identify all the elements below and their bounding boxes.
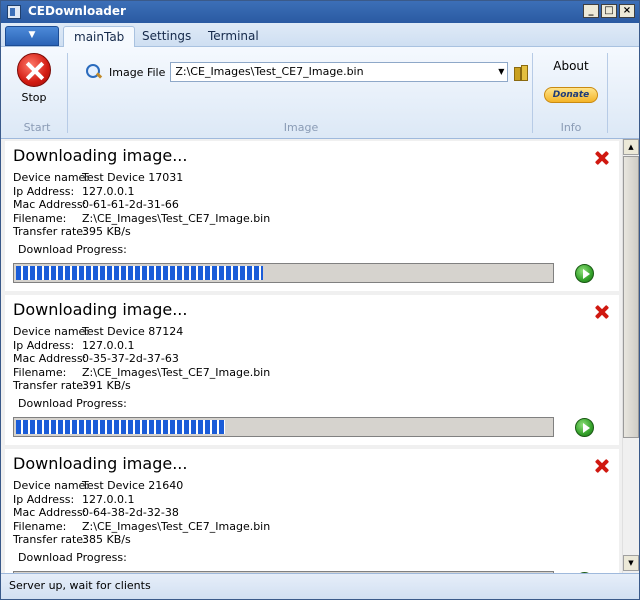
mac-address-value: 0-35-37-2d-37-63 xyxy=(82,352,179,365)
status-bar: Server up, wait for clients xyxy=(1,573,639,599)
tab-terminal[interactable]: Terminal xyxy=(198,26,269,47)
scroll-up-button[interactable]: ▲ xyxy=(623,139,639,155)
search-icon[interactable] xyxy=(85,63,103,81)
device-name-value: Test Device 21640 xyxy=(82,479,184,492)
download-progress-bar xyxy=(13,417,554,437)
download-progress-label: Download Progress: xyxy=(18,551,127,564)
app-icon xyxy=(7,5,21,19)
window-title: CEDownloader xyxy=(28,4,126,18)
ip-address-label: Ip Address: xyxy=(13,338,75,352)
mac-address-label: Mac Address: xyxy=(13,198,87,211)
browse-folder-icon[interactable] xyxy=(514,64,529,81)
start-group-label: Start xyxy=(23,121,51,134)
ip-address-value: 127.0.0.1 xyxy=(82,184,135,198)
downloads-list[interactable]: Downloading image... Device name: Test De… xyxy=(1,139,622,573)
ip-address-value: 127.0.0.1 xyxy=(82,492,135,506)
application-menu-button[interactable]: ▼ xyxy=(5,26,59,46)
transfer-rate-label: Transfer rate: xyxy=(13,533,87,546)
download-title: Downloading image... xyxy=(13,146,188,165)
minimize-button[interactable]: _ xyxy=(583,4,599,18)
title-bar[interactable]: CEDownloader _ □ × xyxy=(1,1,639,23)
mac-address-label: Mac Address: xyxy=(13,506,87,519)
vertical-scrollbar[interactable]: ▲ ▼ xyxy=(622,139,639,573)
cancel-download-icon[interactable] xyxy=(595,151,609,165)
device-name-value: Test Device 17031 xyxy=(82,171,184,184)
device-name-label: Device name: xyxy=(13,479,90,492)
ribbon-panel: Stop Start Image File Z:\CE_Images\Test_… xyxy=(1,47,639,139)
download-progress-label: Download Progress: xyxy=(18,243,127,256)
group-divider xyxy=(67,53,68,133)
ip-address-value: 127.0.0.1 xyxy=(82,338,135,352)
ip-address-label: Ip Address: xyxy=(13,492,75,506)
ribbon-tab-bar: ▼ mainTab Settings Terminal xyxy=(1,23,639,47)
tab-settings[interactable]: Settings xyxy=(132,26,201,47)
cancel-download-icon[interactable] xyxy=(595,305,609,319)
device-name-label: Device name: xyxy=(13,325,90,338)
stop-button[interactable]: Stop xyxy=(11,51,57,105)
info-group-label: Info xyxy=(560,121,582,134)
about-button[interactable]: About xyxy=(549,59,593,73)
download-progress-fill xyxy=(16,420,225,434)
transfer-rate-value: 385 KB/s xyxy=(82,533,131,546)
device-name-label: Device name: xyxy=(13,171,90,184)
download-title: Downloading image... xyxy=(13,454,188,473)
window-controls: _ □ × xyxy=(583,4,635,18)
scroll-thumb[interactable] xyxy=(623,156,639,438)
status-text: Server up, wait for clients xyxy=(9,579,151,592)
filename-value: Z:\CE_Images\Test_CE7_Image.bin xyxy=(82,211,271,225)
image-file-combobox[interactable]: Z:\CE_Images\Test_CE7_Image.bin ▼ xyxy=(170,62,509,82)
scroll-down-button[interactable]: ▼ xyxy=(623,555,639,571)
filename-label: Filename: xyxy=(13,211,67,225)
mac-address-value: 0-64-38-2d-32-38 xyxy=(82,506,179,519)
filename-label: Filename: xyxy=(13,519,67,533)
filename-label: Filename: xyxy=(13,365,67,379)
chevron-down-icon: ▼ xyxy=(28,30,36,40)
download-title: Downloading image... xyxy=(13,300,188,319)
ip-address-label: Ip Address: xyxy=(13,184,75,198)
device-info: Device name: Test Device 87124 Ip Address… xyxy=(13,325,270,393)
download-progress-bar xyxy=(13,263,554,283)
close-button[interactable]: × xyxy=(619,4,635,18)
transfer-rate-value: 395 KB/s xyxy=(82,225,131,238)
app-window: CEDownloader _ □ × ▼ mainTab Settings Te… xyxy=(0,0,640,600)
download-progress-label: Download Progress: xyxy=(18,397,127,410)
play-icon[interactable] xyxy=(575,418,594,437)
donate-button[interactable]: Donate xyxy=(544,87,598,103)
image-file-label: Image File xyxy=(109,65,166,79)
play-icon[interactable] xyxy=(575,264,594,283)
group-divider xyxy=(607,53,608,133)
image-group-label: Image xyxy=(283,121,319,134)
stop-icon xyxy=(17,53,51,87)
transfer-rate-label: Transfer rate: xyxy=(13,379,87,392)
download-progress-fill xyxy=(16,266,263,280)
download-card: Downloading image... Device name: Test De… xyxy=(5,449,619,573)
transfer-rate-value: 391 KB/s xyxy=(82,379,131,392)
dropdown-arrow-icon[interactable]: ▼ xyxy=(498,63,504,81)
maximize-button[interactable]: □ xyxy=(601,4,617,18)
device-info: Device name: Test Device 21640 Ip Address… xyxy=(13,479,270,547)
mac-address-label: Mac Address: xyxy=(13,352,87,365)
filename-value: Z:\CE_Images\Test_CE7_Image.bin xyxy=(82,365,271,379)
stop-button-label: Stop xyxy=(21,91,47,104)
download-card: Downloading image... Device name: Test De… xyxy=(5,141,619,291)
cancel-download-icon[interactable] xyxy=(595,459,609,473)
device-info: Device name: Test Device 17031 Ip Address… xyxy=(13,171,270,239)
image-file-value: Z:\CE_Images\Test_CE7_Image.bin xyxy=(175,65,364,78)
tab-maintab[interactable]: mainTab xyxy=(63,26,136,47)
transfer-rate-label: Transfer rate: xyxy=(13,225,87,238)
image-file-row: Image File Z:\CE_Images\Test_CE7_Image.b… xyxy=(85,61,529,83)
filename-value: Z:\CE_Images\Test_CE7_Image.bin xyxy=(82,519,271,533)
download-card: Downloading image... Device name: Test De… xyxy=(5,295,619,445)
device-name-value: Test Device 87124 xyxy=(82,325,184,338)
group-divider xyxy=(532,53,533,133)
mac-address-value: 0-61-61-2d-31-66 xyxy=(82,198,179,211)
